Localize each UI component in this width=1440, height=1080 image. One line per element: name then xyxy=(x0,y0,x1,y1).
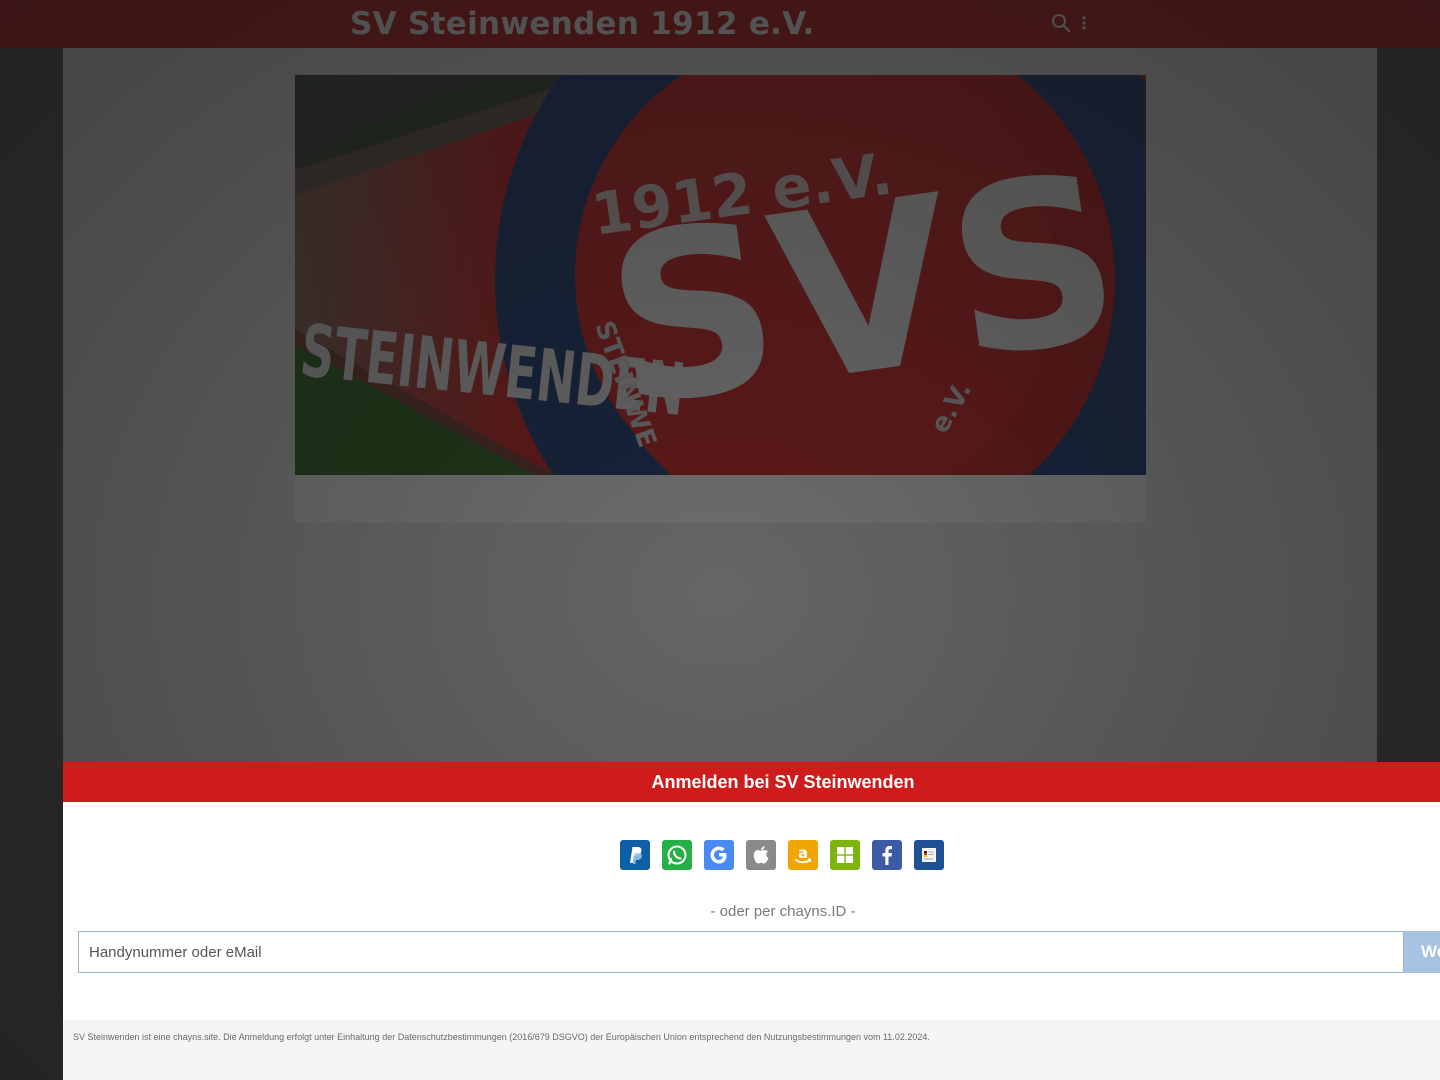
hero-image: 1912 e.V. STEINWENDEN SVS STEINWE e.V. xyxy=(295,75,1146,475)
amazon-login-button[interactable]: a xyxy=(788,840,818,870)
google-icon xyxy=(710,846,727,864)
site-title[interactable]: SV Steinwenden 1912 e.V. xyxy=(350,6,815,42)
whatsapp-icon xyxy=(667,845,687,865)
more-vertical-icon[interactable] xyxy=(1080,12,1088,34)
paypal-login-button[interactable] xyxy=(620,840,650,870)
id-card-login-button[interactable] xyxy=(914,840,944,870)
login-dialog: Anmelden bei SV Steinwenden a - oder per… xyxy=(63,762,1440,1080)
header-tools xyxy=(1050,12,1088,34)
divider-text: - oder per chayns.ID - xyxy=(710,903,856,920)
apple-login-button[interactable] xyxy=(746,840,776,870)
id-card-icon xyxy=(922,848,936,862)
next-button[interactable]: We xyxy=(1404,931,1440,973)
windows-icon xyxy=(837,847,853,863)
dialog-title: Anmelden bei SV Steinwenden xyxy=(651,772,915,792)
hero-caption xyxy=(295,475,1146,523)
apple-icon xyxy=(753,846,769,864)
svg-text:a: a xyxy=(798,844,808,862)
windows-login-button[interactable] xyxy=(830,840,860,870)
amazon-icon: a xyxy=(795,844,812,864)
facebook-login-button[interactable] xyxy=(872,840,902,870)
paypal-icon xyxy=(630,847,643,864)
whatsapp-login-button[interactable] xyxy=(662,840,692,870)
legal-notice: SV Steinwenden ist eine chayns.site. Die… xyxy=(73,1032,930,1042)
chayns-id-input[interactable] xyxy=(78,931,1404,973)
search-icon[interactable] xyxy=(1050,12,1072,34)
dialog-footer: SV Steinwenden ist eine chayns.site. Die… xyxy=(63,1020,1440,1080)
login-provider-row: a xyxy=(620,840,944,870)
facebook-icon xyxy=(882,846,892,865)
google-login-button[interactable] xyxy=(704,840,734,870)
